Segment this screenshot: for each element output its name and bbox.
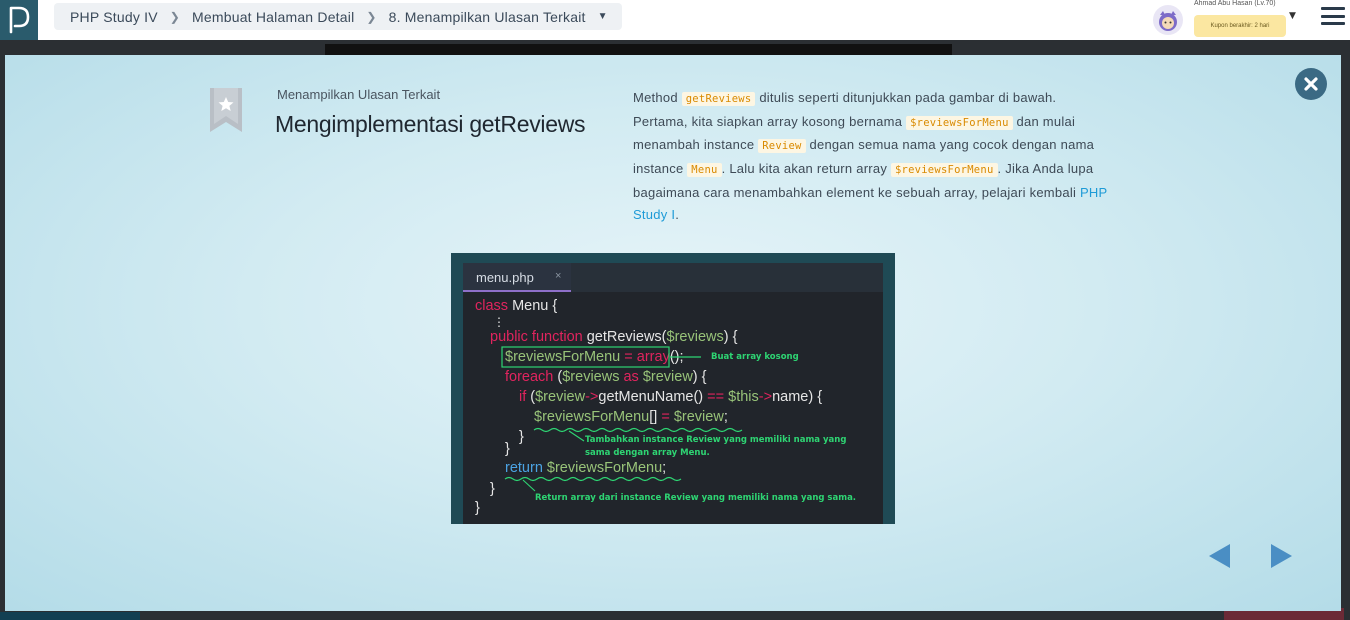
progate-logo-icon[interactable] (0, 0, 38, 40)
slide-subtitle: Menampilkan Ulasan Terkait (277, 87, 441, 102)
chevron-right-icon: ❯ (366, 9, 377, 24)
slide-title: Mengimplementasi getReviews (275, 111, 586, 137)
user-name: Ahmad Abu Hasan (Lv.70) (1194, 0, 1276, 7)
inline-code: Menu (687, 163, 722, 178)
code-image: menu.php × class Menu { ⋮ public functio… (451, 253, 895, 524)
chevron-down-icon[interactable]: ▼ (1289, 11, 1296, 21)
avatar[interactable] (1153, 5, 1183, 35)
code-annotation: sama dengan array Menu. (585, 448, 710, 458)
arrow-right-icon[interactable] (1269, 543, 1293, 569)
code-annotation-marks (501, 346, 743, 492)
close-icon (1304, 77, 1318, 91)
slide-modal: Menampilkan Ulasan Terkait Mengimplement… (5, 55, 1341, 611)
code-editor: menu.php × class Menu { ⋮ public functio… (463, 263, 883, 524)
chevron-right-icon: ❯ (169, 9, 181, 24)
inline-code: $reviewsForMenu (906, 115, 1013, 130)
bookmark-star-icon (210, 88, 242, 132)
breadcrumb-item-chapter[interactable]: Membuat Halaman Detail (192, 9, 354, 25)
code-annotation: Buat array kosong (711, 352, 799, 362)
slide-description: Method getReviews ditulis seperti ditunj… (633, 90, 1108, 222)
inline-code: getReviews (681, 92, 756, 106)
close-button[interactable] (1295, 68, 1327, 100)
arrow-left-icon[interactable] (1208, 543, 1232, 569)
code-annotation: Tambahkan instance Review yang memiliki … (585, 435, 847, 445)
breadcrumb-item-lesson[interactable]: 8. Menampilkan Ulasan Terkait (389, 9, 586, 25)
chevron-down-icon[interactable]: ▼ (598, 11, 608, 22)
breadcrumb-item-course[interactable]: PHP Study IV (70, 9, 158, 25)
breadcrumb: PHP Study IV ❯ Membuat Halaman Detail ❯ … (54, 3, 622, 30)
hamburger-menu-icon[interactable] (1320, 5, 1346, 27)
code-annotation: Return array dari instance Review yang m… (535, 493, 857, 503)
inline-code: $reviewsForMenu (890, 163, 998, 178)
inline-code: Review (758, 139, 806, 154)
coupon-badge[interactable]: Kupon berakhir: 2 hari (1194, 15, 1286, 37)
top-navigation-bar: PHP Study IV ❯ Membuat Halaman Detail ❯ … (0, 0, 1350, 40)
backdrop-content (0, 612, 140, 620)
